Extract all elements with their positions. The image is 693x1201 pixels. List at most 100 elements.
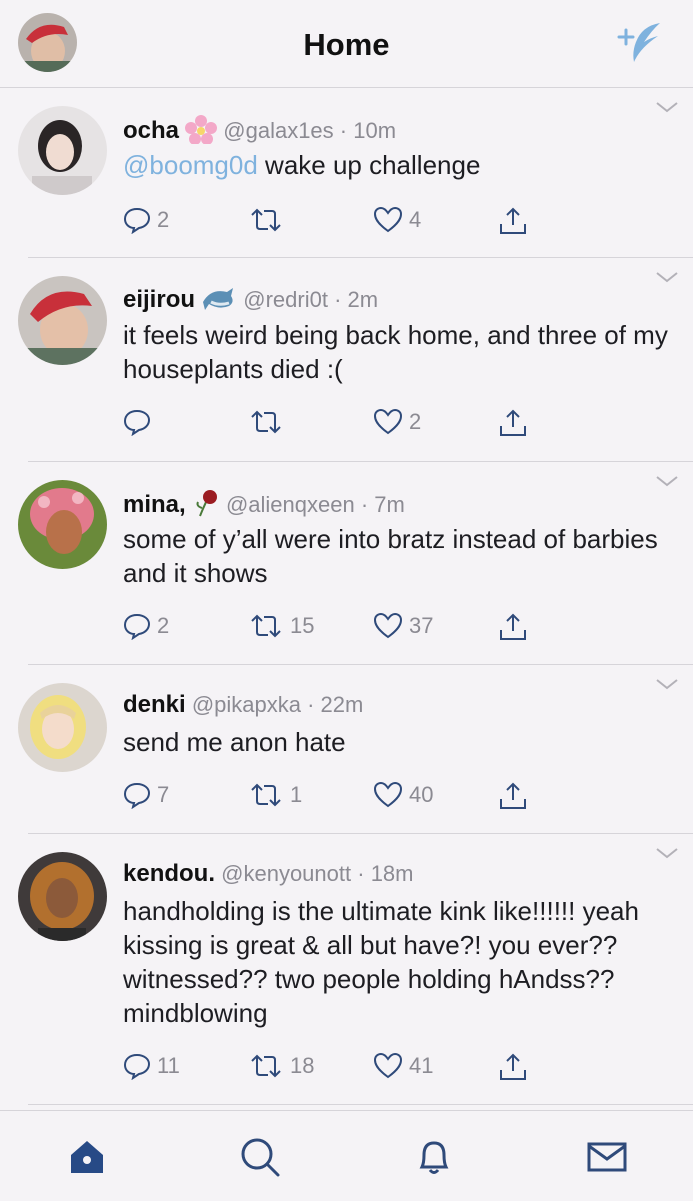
chevron-down-icon[interactable]	[655, 100, 679, 114]
user-handle[interactable]: @pikapxka	[192, 692, 301, 717]
retweet-button[interactable]	[248, 408, 290, 436]
share-button[interactable]	[498, 612, 528, 642]
share-button[interactable]	[498, 206, 528, 236]
retweet-icon	[251, 1054, 281, 1078]
mention-link[interactable]: @boomg0d	[123, 150, 258, 180]
heart-icon	[373, 1052, 403, 1079]
reply-count: 7	[157, 782, 170, 807]
retweet-icon	[251, 614, 281, 638]
avatar[interactable]	[18, 852, 107, 941]
tweet-time: 2m	[347, 286, 379, 312]
avatar[interactable]	[18, 276, 107, 365]
chevron-down-icon[interactable]	[655, 270, 679, 284]
tweet-actions: 2 4	[123, 206, 673, 246]
retweet-icon	[251, 208, 281, 232]
retweet-count: 15	[290, 613, 315, 638]
tweet-text: handholding is the ultimate kink like!!!…	[123, 896, 639, 1028]
compose-feather-icon	[617, 23, 660, 62]
display-name[interactable]: eijirou	[123, 286, 195, 313]
compose-tweet-button[interactable]	[612, 18, 668, 68]
tweet-actions: 7 1 40	[123, 781, 673, 821]
like-button[interactable]: 41	[373, 1052, 433, 1080]
reply-button[interactable]: 11	[123, 1052, 180, 1080]
top-bar: Home	[0, 0, 693, 88]
tweet-time: 18m	[370, 861, 414, 886]
share-button[interactable]	[498, 408, 528, 438]
chevron-down-icon[interactable]	[655, 846, 679, 860]
display-name[interactable]: kendou.	[123, 860, 215, 887]
avatar[interactable]	[18, 480, 107, 569]
tweet-text: some of y’all were into bratz instead of…	[123, 524, 658, 588]
retweet-button[interactable]	[248, 206, 290, 234]
tab-search[interactable]	[238, 1135, 282, 1179]
tweet[interactable]: ocha @galax1es · 10m @boomg0d wake up ch…	[18, 88, 693, 258]
notifications-icon	[419, 1141, 449, 1174]
tweet-time: 22m	[320, 692, 364, 717]
heart-icon	[373, 408, 403, 435]
share-icon	[500, 782, 526, 809]
like-button[interactable]: 2	[373, 408, 421, 436]
reply-count: 11	[157, 1053, 180, 1078]
tweet[interactable]: mina, @alienqxeen · 7m some of y’all wer…	[18, 462, 693, 665]
retweet-button[interactable]: 15	[248, 612, 314, 640]
retweet-button[interactable]: 18	[248, 1052, 314, 1080]
reply-count: 2	[157, 613, 170, 638]
like-count: 41	[409, 1053, 434, 1078]
tab-messages[interactable]	[585, 1135, 629, 1179]
retweet-button[interactable]: 1	[248, 781, 302, 809]
reply-button[interactable]: 7	[123, 781, 169, 809]
wilted-rose-icon	[192, 488, 220, 524]
display-name[interactable]: mina,	[123, 491, 186, 518]
like-count: 2	[409, 409, 422, 434]
reply-button[interactable]: 2	[123, 612, 169, 640]
reply-icon	[123, 613, 151, 640]
dolphin-icon	[201, 284, 237, 318]
retweet-icon	[251, 410, 281, 434]
share-button[interactable]	[498, 781, 528, 811]
share-icon	[500, 207, 526, 234]
chevron-down-icon[interactable]	[655, 474, 679, 488]
cherry-blossom-icon	[185, 114, 218, 150]
like-count: 4	[409, 207, 422, 232]
user-handle[interactable]: @galax1es	[223, 118, 333, 143]
reply-button[interactable]: 2	[123, 206, 169, 234]
search-icon	[241, 1138, 280, 1177]
timeline: ocha @galax1es · 10m @boomg0d wake up ch…	[0, 88, 693, 1105]
reply-button[interactable]	[123, 408, 157, 436]
reply-icon	[123, 409, 151, 436]
heart-icon	[373, 612, 403, 639]
avatar[interactable]	[18, 106, 107, 195]
like-button[interactable]: 37	[373, 612, 433, 640]
display-name[interactable]: denki	[123, 691, 186, 718]
tweet-actions: 2 15 37	[123, 612, 673, 652]
tweet[interactable]: kendou. @kenyounott · 18m handholding is…	[18, 834, 693, 1105]
share-icon	[500, 409, 526, 436]
like-button[interactable]: 4	[373, 206, 421, 234]
avatar[interactable]	[18, 683, 107, 772]
tab-home[interactable]	[65, 1135, 109, 1179]
share-button[interactable]	[498, 1052, 528, 1082]
tweet[interactable]: eijirou @redri0t · 2m it feels weird bei…	[18, 258, 693, 462]
reply-icon	[123, 207, 151, 234]
bottom-tab-bar	[0, 1110, 693, 1201]
tweet-actions: 11 18 41	[123, 1052, 673, 1092]
display-name[interactable]: ocha	[123, 117, 179, 144]
retweet-count: 1	[290, 782, 303, 807]
tweet-text: send me anon hate	[123, 727, 346, 757]
like-count: 40	[409, 782, 434, 807]
retweet-count: 18	[290, 1053, 315, 1078]
reply-icon	[123, 782, 151, 809]
heart-icon	[373, 781, 403, 808]
reply-icon	[123, 1053, 151, 1080]
share-icon	[500, 613, 526, 640]
tweet-actions: 2	[123, 408, 673, 448]
home-icon	[71, 1141, 103, 1173]
user-handle[interactable]: @kenyounott	[221, 861, 351, 886]
chevron-down-icon[interactable]	[655, 677, 679, 691]
tab-notifications[interactable]	[412, 1135, 456, 1179]
tweet[interactable]: denki @pikapxka · 22m send me anon hate …	[18, 665, 693, 834]
like-button[interactable]: 40	[373, 781, 433, 809]
user-handle[interactable]: @redri0t	[243, 287, 328, 312]
user-handle[interactable]: @alienqxeen	[226, 492, 355, 517]
tweet-text: @boomg0d wake up challenge	[123, 150, 481, 180]
